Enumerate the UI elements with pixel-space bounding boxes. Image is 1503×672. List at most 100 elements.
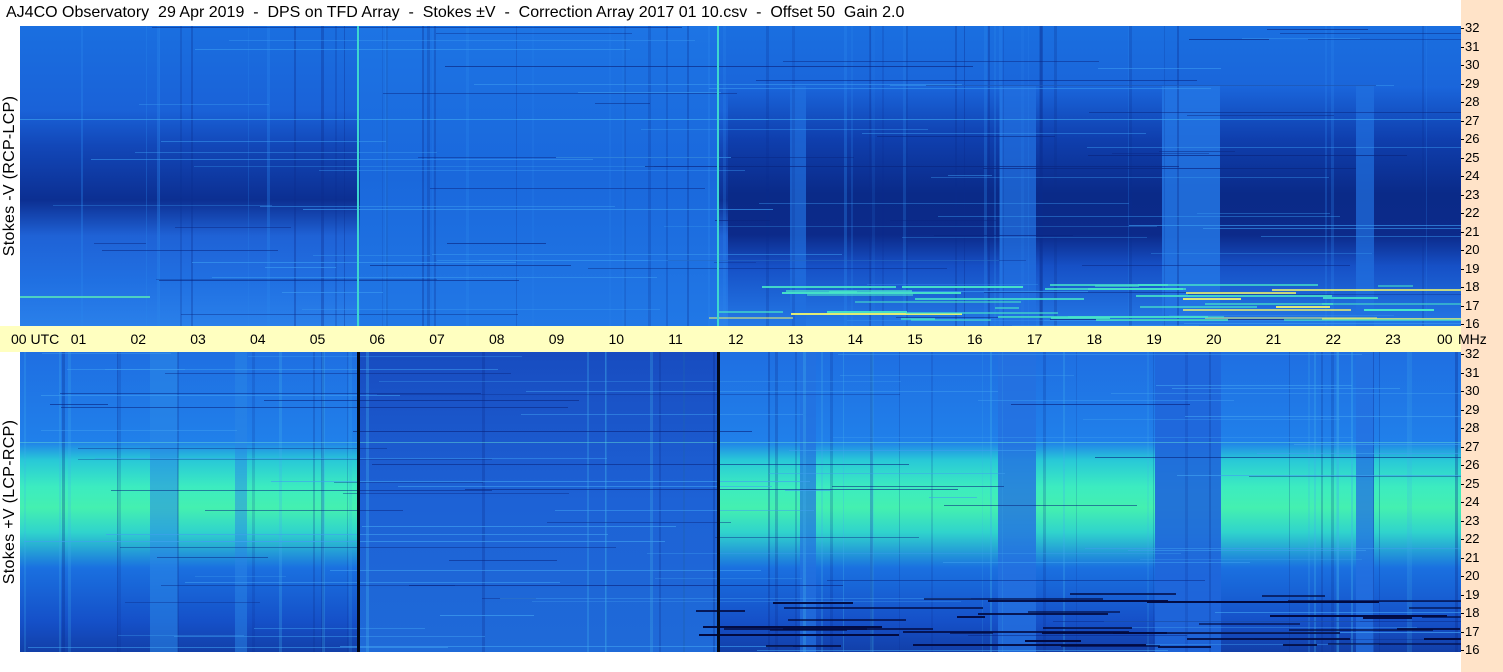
frequency-tick <box>1461 354 1464 355</box>
bottom-panel-ylabel-text: Stokes +V (LCP-RCP) <box>1 419 19 585</box>
frequency-axis-label: 28 <box>1465 94 1480 109</box>
frequency-tick <box>1461 539 1464 540</box>
time-axis-label: 07 <box>429 331 445 347</box>
frequency-axis-bottom: 32 31 30 29 28 27 26 25 24 23 22 21 20 19 18 17 16 <box>1461 347 1503 657</box>
frequency-axis-label: 20 <box>1465 242 1480 257</box>
frequency-tick <box>1461 305 1464 307</box>
frequency-tick <box>1461 28 1464 29</box>
frequency-tick <box>1461 157 1464 159</box>
frequency-axis-label: 18 <box>1465 279 1480 294</box>
frequency-axis-label: 27 <box>1465 438 1480 454</box>
time-axis-label: 00 UTC <box>11 331 60 347</box>
frequency-tick <box>1461 324 1464 325</box>
frequency-tick <box>1461 650 1464 651</box>
time-axis-label: 14 <box>847 331 864 347</box>
time-axis-label: 02 <box>130 331 147 347</box>
frequency-axis-label: 19 <box>1465 586 1480 602</box>
frequency-axis-label: 24 <box>1465 494 1480 509</box>
frequency-tick <box>1461 613 1464 614</box>
frequency-tick <box>1461 250 1464 251</box>
frequency-tick <box>1461 502 1464 503</box>
time-axis-label: 20 <box>1206 331 1222 347</box>
frequency-axis-label: 17 <box>1465 297 1480 313</box>
time-axis-label: 18 <box>1086 331 1103 347</box>
frequency-axis-label: 16 <box>1465 642 1480 657</box>
frequency-tick <box>1461 576 1464 577</box>
frequency-tick <box>1461 102 1464 103</box>
frequency-axis-label: 26 <box>1465 131 1480 146</box>
time-axis-label: 19 <box>1146 331 1162 347</box>
frequency-tick <box>1461 83 1464 85</box>
frequency-tick <box>1461 139 1464 140</box>
frequency-axis-label: 25 <box>1465 475 1480 491</box>
frequency-axis-label: 17 <box>1465 623 1480 639</box>
time-axis: 00 UTC 01 02 03 04 05 06 07 08 09 10 11 12 13 14 15 16 17… <box>0 326 1461 352</box>
frequency-tick <box>1461 372 1464 374</box>
frequency-tick <box>1461 557 1464 559</box>
time-axis-label: 00 <box>1437 331 1453 347</box>
frequency-tick <box>1461 631 1464 633</box>
time-axis-label: 13 <box>787 331 804 347</box>
time-axis-label: 16 <box>967 331 983 347</box>
frequency-axis-label: 21 <box>1465 549 1480 565</box>
frequency-tick <box>1461 465 1464 466</box>
frequency-tick <box>1461 594 1464 596</box>
time-axis-label: 06 <box>369 331 386 347</box>
stokes-minus-v-spectrogram <box>20 26 1461 326</box>
frequency-axis-label: 22 <box>1465 205 1480 220</box>
frequency-axis-label: 31 <box>1465 38 1480 54</box>
time-axis-label: 22 <box>1325 331 1342 347</box>
frequency-axis-label: 21 <box>1465 223 1480 239</box>
frequency-axis-label: 16 <box>1465 316 1480 331</box>
frequency-axis-label: 25 <box>1465 149 1480 165</box>
bottom-panel-ylabel: Stokes +V (LCP-RCP) <box>0 352 20 652</box>
frequency-tick <box>1461 428 1464 429</box>
window-title: AJ4CO Observatory 29 Apr 2019 - DPS on T… <box>0 0 1461 26</box>
time-axis-label: 05 <box>309 331 326 347</box>
time-axis-label: 21 <box>1265 331 1282 347</box>
frequency-axis-top: 32 31 30 29 28 27 26 25 24 23 22 21 20 19 18 17 16 <box>1461 21 1503 331</box>
time-axis-label: 11 <box>668 331 683 347</box>
frequency-tick <box>1461 46 1464 48</box>
frequency-tick <box>1461 213 1464 214</box>
frequency-tick <box>1461 520 1464 522</box>
top-panel-ylabel: Stokes -V (RCP-LCP) <box>0 26 20 326</box>
time-axis-label: 01 <box>70 331 87 347</box>
frequency-axis-label: 30 <box>1465 57 1480 72</box>
frequency-axis-label: 18 <box>1465 605 1480 620</box>
frequency-axis-label: 29 <box>1465 401 1480 417</box>
time-axis-label: 03 <box>190 331 206 347</box>
time-axis-label: 09 <box>548 331 565 347</box>
frequency-axis-label: 22 <box>1465 531 1480 546</box>
frequency-axis-label: 26 <box>1465 457 1480 472</box>
frequency-axis-label: 30 <box>1465 383 1480 398</box>
frequency-tick <box>1461 120 1464 122</box>
time-axis-label: 23 <box>1385 331 1401 347</box>
frequency-axis-label: 28 <box>1465 420 1480 435</box>
frequency-axis-label: 23 <box>1465 512 1480 528</box>
frequency-axis-label: 32 <box>1465 20 1480 35</box>
frequency-tick <box>1461 287 1464 288</box>
top-panel-ylabel-text: Stokes -V (RCP-LCP) <box>1 95 18 257</box>
frequency-axis-label: 19 <box>1465 260 1480 276</box>
time-axis-label: 17 <box>1026 331 1043 347</box>
time-axis-label: 08 <box>489 331 505 347</box>
time-axis-label: 15 <box>907 331 923 347</box>
time-axis-label: 10 <box>608 331 625 347</box>
frequency-axis-label: 23 <box>1465 186 1480 202</box>
frequency-tick <box>1461 391 1464 392</box>
frequency-axis-label: 31 <box>1465 364 1480 380</box>
time-axis-label: 12 <box>728 331 744 347</box>
frequency-axis-label: 32 <box>1465 346 1480 361</box>
frequency-tick <box>1461 409 1464 411</box>
frequency-axis-label: 24 <box>1465 168 1480 183</box>
frequency-axis-label: 29 <box>1465 75 1480 91</box>
time-axis-label: 04 <box>250 331 266 347</box>
frequency-tick <box>1461 231 1464 233</box>
frequency-tick <box>1461 194 1464 196</box>
frequency-tick <box>1461 483 1464 485</box>
stokes-plus-v-spectrogram <box>20 352 1461 652</box>
frequency-axis-label: 20 <box>1465 568 1480 583</box>
frequency-tick <box>1461 268 1464 270</box>
frequency-tick <box>1461 176 1464 177</box>
